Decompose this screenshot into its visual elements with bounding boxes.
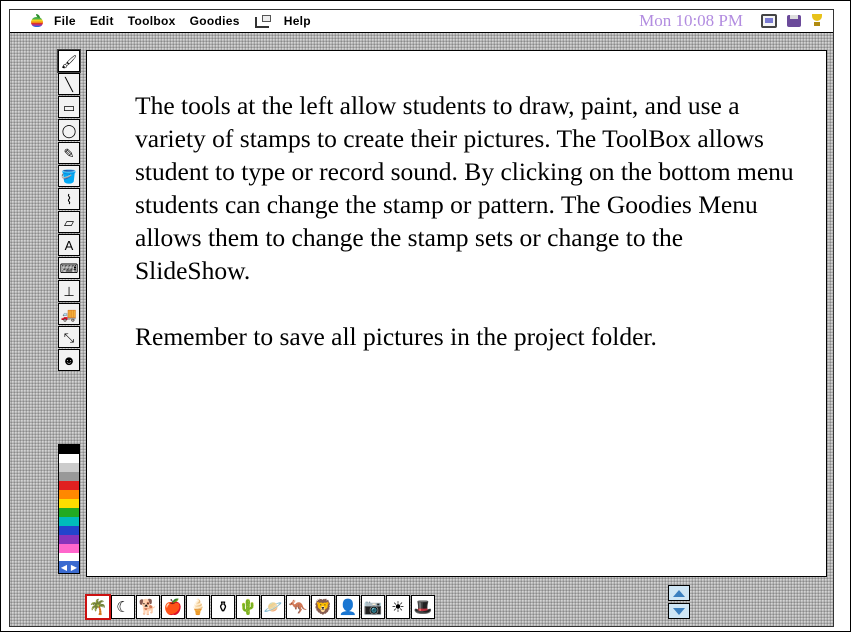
undo-tool-icon[interactable]: ☻ xyxy=(58,349,80,371)
color-swatch[interactable] xyxy=(59,526,79,535)
text-tool-icon[interactable]: A xyxy=(58,234,80,256)
color-swatch[interactable] xyxy=(59,490,79,499)
apple-menu-icon[interactable] xyxy=(30,14,44,28)
color-swatch[interactable] xyxy=(59,454,79,463)
reminder-paragraph: Remember to save all pictures in the pro… xyxy=(135,322,657,351)
color-swatch[interactable] xyxy=(59,463,79,472)
kangaroo-stamp-icon[interactable]: 🦘 xyxy=(286,595,310,619)
line-tool-icon[interactable]: ╲ xyxy=(58,73,80,95)
oval-tool-icon[interactable]: ◯ xyxy=(58,119,80,141)
paint-bucket-icon[interactable]: 🪣 xyxy=(58,165,80,187)
color-swatch[interactable] xyxy=(59,544,79,553)
ice-cream-stamp-icon[interactable]: 🍦 xyxy=(186,595,210,619)
color-swatch[interactable] xyxy=(59,481,79,490)
color-right-arrow-icon[interactable]: ▶ xyxy=(71,563,77,572)
face-stamp-icon[interactable]: 👤 xyxy=(336,595,360,619)
kidpix-app-icon[interactable] xyxy=(254,14,272,28)
monitor-icon[interactable] xyxy=(761,14,777,28)
tool-palette: 🖌 ╲ ▭ ◯ ✎ 🪣 ⌇ ▱ A ⌨ ⊥ 🚚 ⤡ ☻ xyxy=(57,49,81,371)
color-palette: ◀ ▶ xyxy=(58,444,80,574)
canvas-text: The tools at the left allow students to … xyxy=(135,89,795,386)
color-swatch[interactable] xyxy=(59,517,79,526)
wacky-brush-icon[interactable]: 🖌 xyxy=(57,49,81,73)
drawing-canvas[interactable]: The tools at the left allow students to … xyxy=(86,50,827,577)
apple-stamp-icon[interactable]: 🍎 xyxy=(161,595,185,619)
eyedropper-tool-icon[interactable]: ⤡ xyxy=(58,326,80,348)
lion-stamp-icon[interactable]: 🦁 xyxy=(311,595,335,619)
color-scroll-arrows[interactable]: ◀ ▶ xyxy=(59,561,79,573)
sun-stamp-icon[interactable]: ☀ xyxy=(386,595,410,619)
dog-stamp-icon[interactable]: 🐕 xyxy=(136,595,160,619)
color-swatch[interactable] xyxy=(59,445,79,454)
disk-icon[interactable] xyxy=(787,15,801,27)
eraser-tool-icon[interactable]: ▱ xyxy=(58,211,80,233)
stamp-tool-icon[interactable]: ⊥ xyxy=(58,280,80,302)
moon-stamp-icon[interactable]: ☾ xyxy=(111,595,135,619)
color-swatch[interactable] xyxy=(59,508,79,517)
menu-file[interactable]: File xyxy=(54,14,76,28)
menu-toolbox[interactable]: Toolbox xyxy=(128,14,176,28)
menu-goodies[interactable]: Goodies xyxy=(190,14,240,28)
desktop: File Edit Toolbox Goodies Help Mon 10:08… xyxy=(9,9,834,627)
rectangle-tool-icon[interactable]: ▭ xyxy=(58,96,80,118)
color-swatch[interactable] xyxy=(59,535,79,544)
instruction-paragraph: The tools at the left allow students to … xyxy=(135,91,794,285)
menu-bar: File Edit Toolbox Goodies Help Mon 10:08… xyxy=(10,10,833,33)
camera-stamp-icon[interactable]: 📷 xyxy=(361,595,385,619)
menu-clock: Mon 10:08 PM xyxy=(639,11,743,30)
menu-help[interactable]: Help xyxy=(284,14,311,28)
wacky-brush-2-icon[interactable]: ⌇ xyxy=(58,188,80,210)
menu-edit[interactable]: Edit xyxy=(90,14,114,28)
truck-tool-icon[interactable]: 🚚 xyxy=(58,303,80,325)
hat-stamp-icon[interactable]: 🎩 xyxy=(411,595,435,619)
typewriter-icon[interactable]: ⌨ xyxy=(58,257,80,279)
trophy-icon[interactable] xyxy=(811,14,823,28)
planet-stamp-icon[interactable]: 🪐 xyxy=(261,595,285,619)
cactus-stamp-icon[interactable]: 🌵 xyxy=(236,595,260,619)
stamp-scroll-up-icon[interactable] xyxy=(668,585,690,601)
pencil-tool-icon[interactable]: ✎ xyxy=(58,142,80,164)
stamp-option-bar: 🌴 ☾ 🐕 🍎 🍦 ⚱ 🌵 🪐 🦘 🦁 👤 📷 ☀ 🎩 xyxy=(85,594,435,620)
color-swatch[interactable] xyxy=(59,499,79,508)
stamp-scroll-control xyxy=(668,585,690,619)
palm-tree-stamp-icon[interactable]: 🌴 xyxy=(85,594,111,620)
stamp-scroll-down-icon[interactable] xyxy=(668,603,690,619)
color-swatch[interactable] xyxy=(59,472,79,481)
bottle-stamp-icon[interactable]: ⚱ xyxy=(211,595,235,619)
color-left-arrow-icon[interactable]: ◀ xyxy=(61,563,67,572)
